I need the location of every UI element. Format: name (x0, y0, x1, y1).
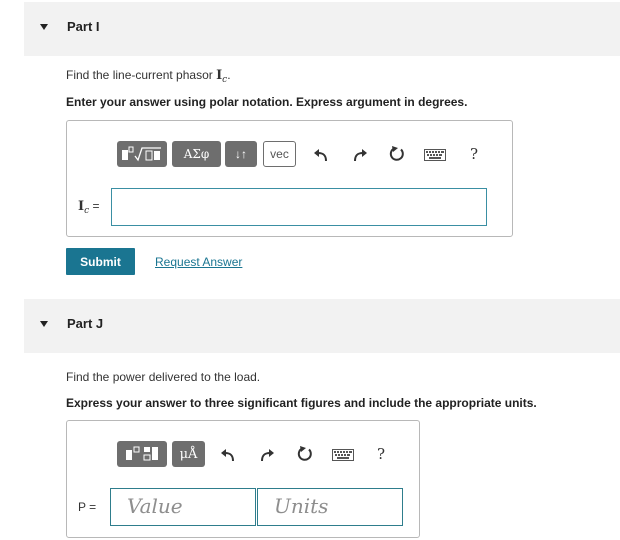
redo-icon[interactable] (351, 146, 369, 164)
templates-icon (126, 446, 158, 461)
undo-icon[interactable] (312, 146, 330, 164)
reset-icon[interactable] (296, 445, 314, 463)
part-j-header[interactable]: Part J (24, 299, 620, 353)
templates-button[interactable] (117, 441, 167, 467)
part-j-title: Part J (67, 316, 104, 331)
undo-icon[interactable] (219, 446, 237, 464)
submit-button[interactable]: Submit (66, 248, 135, 275)
units-placeholder: Units (274, 494, 329, 518)
part-j-question: Find the power delivered to the load. (66, 370, 261, 384)
caret-down-icon[interactable] (40, 24, 48, 30)
request-answer-link[interactable]: Request Answer (155, 255, 242, 269)
phasor-answer-input[interactable] (111, 188, 487, 226)
arrows-button[interactable]: ↓↑ (225, 141, 257, 167)
part-i-input-label: Ic = (78, 199, 100, 216)
keyboard-icon[interactable] (332, 446, 354, 464)
templates-button[interactable] (117, 141, 167, 167)
value-input[interactable]: Value (110, 488, 256, 526)
templates-icon (122, 146, 161, 162)
part-i-title: Part I (67, 19, 100, 34)
part-i-question: Find the line-current phasor Ic. (66, 68, 231, 85)
greek-symbols-button[interactable]: ΑΣφ (172, 141, 221, 167)
reset-icon[interactable] (388, 145, 406, 163)
units-button[interactable]: μÅ (172, 441, 205, 467)
units-input[interactable]: Units (257, 488, 403, 526)
keyboard-icon[interactable] (424, 146, 446, 164)
help-icon[interactable]: ? (372, 445, 390, 463)
value-placeholder: Value (127, 494, 183, 518)
redo-icon[interactable] (258, 446, 276, 464)
part-j-instruction: Express your answer to three significant… (66, 396, 537, 410)
part-j-answer-box: μÅ ? P = Value Units (66, 420, 420, 538)
help-icon[interactable]: ? (465, 145, 483, 163)
part-i-answer-box: ΑΣφ ↓↑ vec ? Ic = (66, 120, 513, 237)
vector-button[interactable]: vec (263, 141, 296, 167)
part-i-instruction: Enter your answer using polar notation. … (66, 95, 468, 109)
power-input-label: P = (78, 500, 97, 514)
caret-down-icon[interactable] (40, 321, 48, 327)
part-i-header[interactable]: Part I (24, 2, 620, 56)
